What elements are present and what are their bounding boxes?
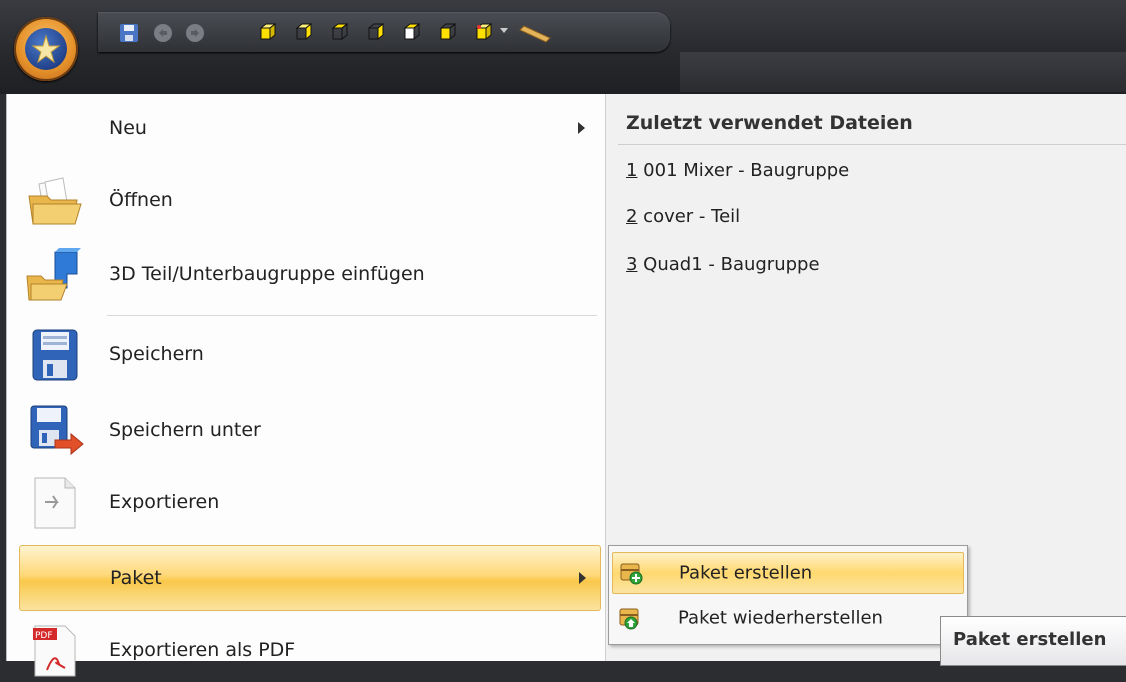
tooltip-text: Paket erstellen (953, 629, 1107, 650)
package-restore-icon (619, 608, 639, 630)
menu-item-label: Öffnen (109, 189, 173, 211)
view-iso-cube-icon[interactable] (474, 22, 494, 42)
menu-item-label: Speichern unter (109, 419, 261, 441)
recent-file-item[interactable]: 1 001 Mixer - Baugruppe (626, 160, 849, 181)
recent-file-item[interactable]: 3 Quad1 - Baugruppe (626, 254, 820, 275)
recent-file-number: 3 (626, 254, 638, 275)
menu-item-save[interactable]: Speichern (19, 322, 599, 386)
menu-item-label: Paket (110, 567, 162, 589)
svg-text:PDF: PDF (35, 631, 53, 641)
menu-item-open[interactable]: Öffnen (19, 168, 599, 232)
submenu-item-label: Paket wiederherstellen (678, 607, 883, 629)
view-bottom-cube-icon[interactable] (438, 22, 458, 42)
menu-item-save-as[interactable]: Speichern unter (19, 398, 599, 462)
menu-item-label: Exportieren (109, 491, 220, 513)
menu-separator (107, 315, 597, 316)
recent-files-separator (618, 144, 1126, 145)
view-dropdown-chevron-icon[interactable] (500, 28, 508, 33)
recent-file-item[interactable]: 2 cover - Teil (626, 206, 740, 227)
menu-item-export[interactable]: Exportieren (19, 470, 599, 534)
recent-file-name: 001 Mixer - Baugruppe (637, 160, 850, 181)
package-create-icon (620, 563, 643, 585)
submenu-item-package-create[interactable]: Paket erstellen (612, 552, 964, 594)
title-toolbar (0, 0, 1126, 94)
measure-ruler-icon[interactable] (518, 22, 552, 44)
recent-file-number: 1 (626, 160, 638, 181)
view-front-cube-icon[interactable] (258, 22, 278, 42)
undo-icon[interactable] (152, 22, 174, 44)
view-top-cube-icon[interactable] (402, 22, 422, 42)
view-back-cube-icon[interactable] (294, 22, 314, 42)
view-right-cube-icon[interactable] (366, 22, 386, 42)
recent-file-name: Quad1 - Baugruppe (637, 254, 820, 275)
submenu-arrow-icon (579, 572, 586, 584)
quick-access-toolbar (98, 12, 670, 52)
insert-part-icon (26, 248, 81, 301)
redo-icon[interactable] (184, 22, 206, 44)
save-as-icon (30, 405, 84, 456)
menu-commands-column: Neu Öffnen 3D Teil/Unterbaugruppe einfüg… (7, 94, 605, 677)
recent-files-title: Zuletzt verwendet Dateien (626, 112, 913, 134)
save-icon[interactable] (118, 22, 140, 44)
menu-item-package[interactable]: Paket (19, 545, 601, 611)
menu-item-new[interactable]: Neu (19, 96, 599, 160)
recent-file-number: 2 (626, 206, 638, 227)
submenu-item-label: Paket erstellen (679, 562, 813, 584)
app-logo-icon (25, 28, 67, 70)
menu-item-label: Neu (109, 117, 147, 139)
menu-item-label: Speichern (109, 343, 204, 365)
view-left-cube-icon[interactable] (330, 22, 350, 42)
pdf-icon: PDF (33, 625, 76, 677)
menu-item-label: 3D Teil/Unterbaugruppe einfügen (109, 263, 425, 285)
export-icon (34, 477, 76, 529)
open-folder-icon (28, 177, 82, 225)
submenu-arrow-icon (578, 122, 585, 134)
menu-item-label: Exportieren als PDF (109, 639, 296, 661)
recent-file-name: cover - Teil (637, 206, 741, 227)
submenu-item-package-restore[interactable]: Paket wiederherstellen (612, 598, 962, 638)
save-icon (32, 329, 78, 381)
package-submenu: Paket erstellen Paket wiederherstellen (608, 545, 968, 645)
application-menu-button[interactable] (14, 17, 78, 81)
ribbon-tab-strip (680, 52, 1126, 92)
menu-item-export-pdf[interactable]: PDF Exportieren als PDF (19, 618, 599, 682)
tooltip: Paket erstellen (940, 616, 1126, 666)
menu-item-insert-part[interactable]: 3D Teil/Unterbaugruppe einfügen (19, 242, 599, 306)
